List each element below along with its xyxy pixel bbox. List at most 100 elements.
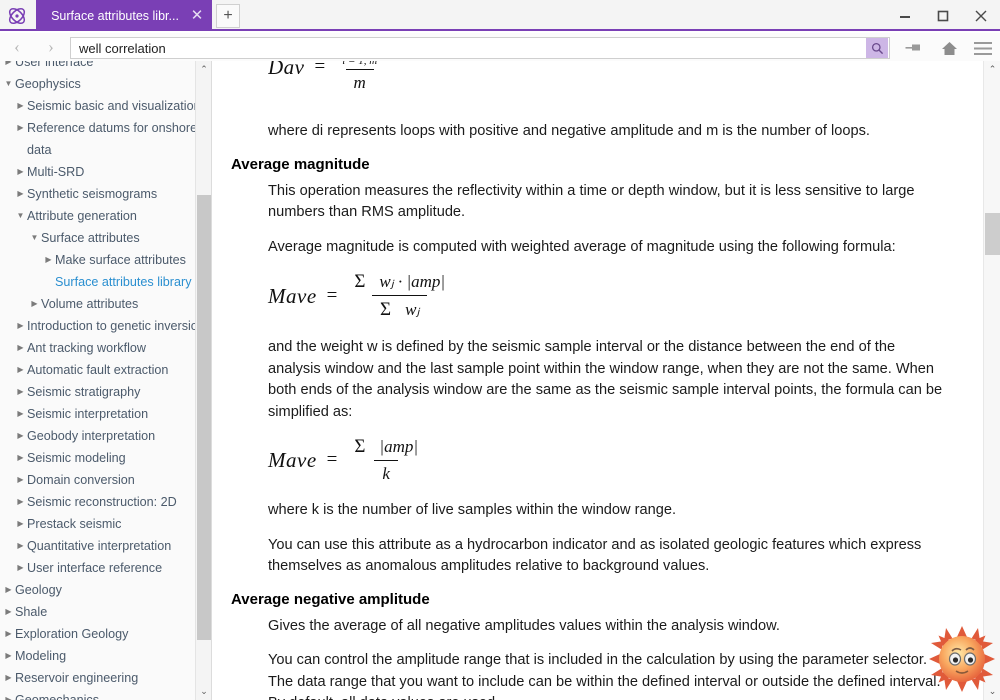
sidebar-item-surface-attributes-library[interactable]: Surface attributes library — [0, 271, 211, 293]
sidebar-item-geology[interactable]: ▶ Geology — [0, 579, 211, 601]
search-input[interactable] — [71, 38, 866, 58]
sidebar-item-quantitative-interpretation[interactable]: ▶ Quantitative interpretation — [0, 535, 211, 557]
chevron-right-icon[interactable]: ▶ — [14, 381, 27, 403]
tab-surface-attributes-library[interactable]: Surface attributes libr... ✕ — [36, 0, 212, 31]
chevron-down-icon[interactable]: ▼ — [2, 73, 15, 95]
sidebar-item-shale[interactable]: ▶ Shale — [0, 601, 211, 623]
app-logo-icon — [4, 3, 30, 29]
chevron-right-icon[interactable]: ▶ — [14, 513, 27, 535]
chevron-right-icon[interactable]: ▶ — [2, 601, 15, 623]
sidebar-item-user-interface[interactable]: ▶ User interface — [0, 61, 211, 73]
chevron-right-icon[interactable]: ▶ — [14, 425, 27, 447]
chevron-right-icon[interactable]: ▶ — [2, 579, 15, 601]
hamburger-menu-icon[interactable] — [970, 37, 996, 59]
formula-mave2-name: Mave — [268, 447, 317, 472]
sidebar-item-reference-datums-for-onshore-data[interactable]: ▶ Reference datums for onshore data — [0, 117, 211, 161]
sidebar-item-label: Reservoir engineering — [15, 671, 139, 685]
chevron-right-icon[interactable]: ▶ — [14, 491, 27, 513]
chevron-right-icon[interactable]: ▶ — [2, 61, 15, 73]
minimize-button[interactable] — [886, 0, 924, 31]
chevron-down-icon[interactable]: ▼ — [14, 205, 27, 227]
paragraph-di: where di represents loops with positive … — [268, 123, 870, 139]
chevron-right-icon[interactable]: ▶ — [14, 403, 27, 425]
sidebar-item-label: Prestack seismic — [27, 517, 122, 531]
chevron-right-icon[interactable]: ▶ — [14, 117, 27, 139]
chevron-right-icon[interactable]: ▶ — [14, 535, 27, 557]
sidebar-item-seismic-stratigraphy[interactable]: ▶ Seismic stratigraphy — [0, 381, 211, 403]
formula-dav-equals: = — [314, 61, 326, 77]
toc-tree: ▶ User interface ▼ Geophysics ▶ Seismic basic… — [0, 61, 211, 700]
new-tab-button[interactable]: + — [216, 4, 240, 28]
sidebar-scrollbar[interactable]: ⌃ ⌄ — [195, 61, 211, 700]
chevron-right-icon[interactable]: ▶ — [2, 623, 15, 645]
formula-dav-denominator: m — [345, 69, 374, 93]
formula-mave2-num-sigma: Σ — [354, 436, 366, 457]
sidebar-scroll-thumb[interactable] — [197, 195, 211, 640]
sidebar-item-surface-attributes[interactable]: ▼ Surface attributes — [0, 227, 211, 249]
scroll-down-icon[interactable]: ⌄ — [984, 683, 1000, 700]
scroll-down-icon[interactable]: ⌄ — [196, 683, 211, 700]
document-scroll-thumb[interactable] — [985, 213, 1000, 255]
chevron-right-icon[interactable]: ▶ — [28, 293, 41, 315]
chevron-right-icon[interactable]: ▶ — [42, 249, 55, 271]
sidebar-item-synthetic-seismograms[interactable]: ▶ Synthetic seismograms — [0, 183, 211, 205]
sidebar-item-reservoir-engineering[interactable]: ▶ Reservoir engineering — [0, 667, 211, 689]
sidebar-item-label: User interface reference — [27, 561, 163, 575]
paragraph-k-definition: where k is the number of live samples wi… — [268, 502, 677, 518]
sidebar-item-geomechanics[interactable]: ▶ Geomechanics — [0, 689, 211, 700]
pin-icon[interactable] — [900, 37, 926, 59]
tab-strip: Surface attributes libr... ✕ + — [36, 0, 240, 31]
chevron-right-icon[interactable]: ▶ — [14, 359, 27, 381]
sidebar-item-user-interface-reference[interactable]: ▶ User interface reference — [0, 557, 211, 579]
chevron-right-icon[interactable]: ▶ — [14, 183, 27, 205]
formula-mave2-num-rest: |amp| — [379, 437, 419, 456]
address-bar[interactable] — [70, 37, 890, 59]
chevron-right-icon[interactable]: ▶ — [2, 645, 15, 667]
chevron-right-icon[interactable]: ▶ — [14, 315, 27, 337]
formula-mave1-equals: = — [326, 285, 338, 306]
forward-button[interactable]: › — [34, 33, 68, 61]
chevron-right-icon[interactable]: ▶ — [2, 689, 15, 700]
close-icon[interactable]: ✕ — [188, 7, 206, 25]
title-bar: Surface attributes libr... ✕ + — [0, 0, 1000, 31]
sidebar-item-attribute-generation[interactable]: ▼ Attribute generation — [0, 205, 211, 227]
sidebar-item-volume-attributes[interactable]: ▶ Volume attributes — [0, 293, 211, 315]
document-scrollbar[interactable]: ⌃ ⌄ — [983, 61, 1000, 700]
formula-mave1-num-rest: wⱼ · |amp| — [379, 272, 446, 291]
chevron-right-icon[interactable]: ▶ — [14, 469, 27, 491]
sidebar-item-automatic-fault-extraction[interactable]: ▶ Automatic fault extraction — [0, 359, 211, 381]
chevron-right-icon[interactable]: ▶ — [14, 337, 27, 359]
chevron-down-icon[interactable]: ▼ — [28, 227, 41, 249]
sidebar-item-label: Surface attributes — [41, 231, 140, 245]
search-icon[interactable] — [866, 38, 888, 58]
sidebar-item-exploration-geology[interactable]: ▶ Exploration Geology — [0, 623, 211, 645]
sidebar-item-seismic-reconstruction-2d[interactable]: ▶ Seismic reconstruction: 2D — [0, 491, 211, 513]
chevron-right-icon[interactable]: ▶ — [14, 447, 27, 469]
sidebar-item-geobody-interpretation[interactable]: ▶ Geobody interpretation — [0, 425, 211, 447]
sidebar-item-domain-conversion[interactable]: ▶ Domain conversion — [0, 469, 211, 491]
sidebar-item-geophysics[interactable]: ▼ Geophysics — [0, 73, 211, 95]
close-button[interactable] — [962, 0, 1000, 31]
sidebar-item-seismic-modeling[interactable]: ▶ Seismic modeling — [0, 447, 211, 469]
formula-mave-simplified: Mave = Σr−r|amp| k — [268, 61, 987, 484]
sidebar-item-seismic-basic-and-visualization[interactable]: ▶ Seismic basic and visualization — [0, 95, 211, 117]
sidebar-item-seismic-interpretation[interactable]: ▶ Seismic interpretation — [0, 403, 211, 425]
chevron-right-icon[interactable]: ▶ — [2, 667, 15, 689]
chevron-right-icon[interactable]: ▶ — [14, 95, 27, 117]
scroll-up-icon[interactable]: ⌃ — [984, 61, 1000, 78]
chevron-right-icon[interactable]: ▶ — [14, 557, 27, 579]
sidebar-item-make-surface-attributes[interactable]: ▶ Make surface attributes — [0, 249, 211, 271]
home-icon[interactable] — [936, 37, 962, 59]
maximize-button[interactable] — [924, 0, 962, 31]
sidebar-item-introduction-to-genetic-inversion[interactable]: ▶ Introduction to genetic inversion — [0, 315, 211, 337]
sidebar-item-label: Exploration Geology — [15, 627, 129, 641]
sidebar-item-ant-tracking-workflow[interactable]: ▶ Ant tracking workflow — [0, 337, 211, 359]
paragraph-avg-magnitude-2: Average magnitude is computed with weigh… — [268, 238, 896, 255]
back-button[interactable]: ‹ — [0, 33, 34, 61]
scroll-up-icon[interactable]: ⌃ — [196, 61, 211, 78]
chevron-right-icon[interactable]: ▶ — [14, 161, 27, 183]
tab-title: Surface attributes libr... — [51, 8, 179, 23]
sidebar-item-modeling[interactable]: ▶ Modeling — [0, 645, 211, 667]
sidebar-item-multi-srd[interactable]: ▶ Multi-SRD — [0, 161, 211, 183]
sidebar-item-prestack-seismic[interactable]: ▶ Prestack seismic — [0, 513, 211, 535]
